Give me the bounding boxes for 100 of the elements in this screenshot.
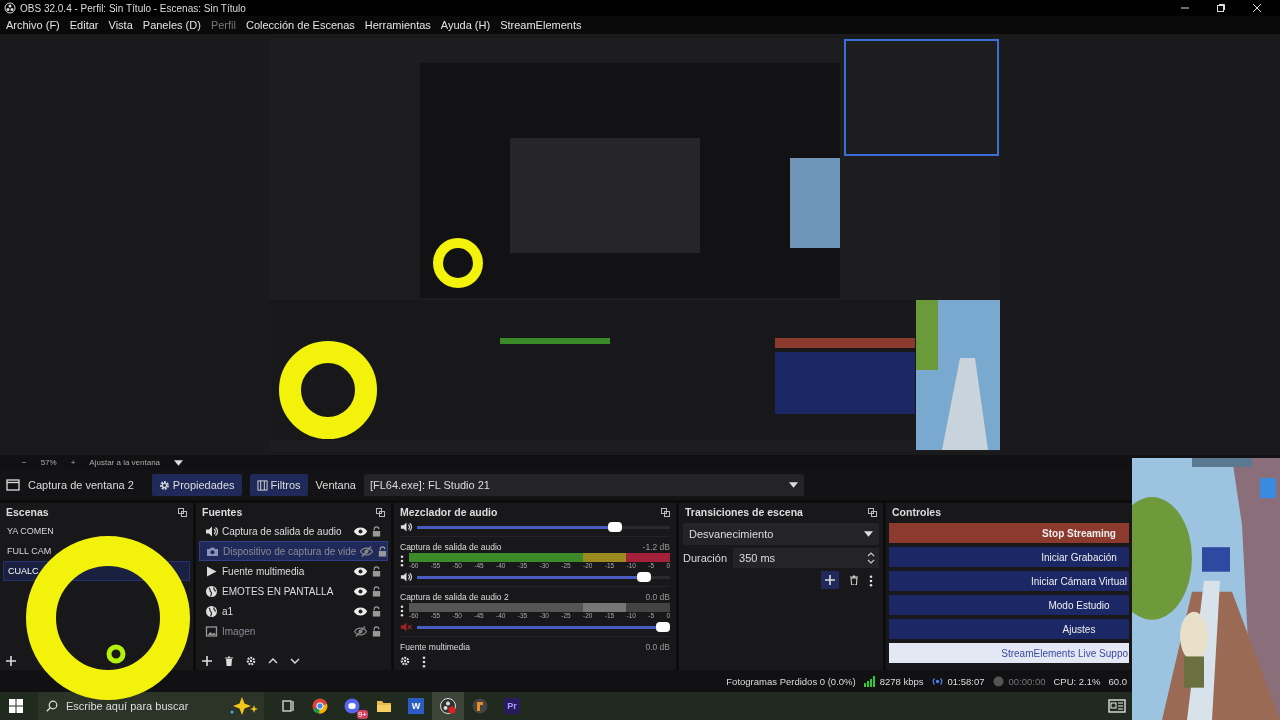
windows-logo-icon[interactable] [9,699,23,713]
caret-icon[interactable] [174,459,184,466]
sparkle-icon[interactable] [230,697,258,715]
add-icon[interactable] [825,575,835,585]
speaker-icon [205,524,218,538]
menu-item[interactable]: Vista [104,19,137,31]
down-icon[interactable] [290,656,300,666]
source-item[interactable]: Captura de salida de audio [199,521,388,541]
search-box[interactable]: Escribe aquí para buscar [38,692,264,720]
slider-thumb[interactable] [656,622,670,632]
channel-reading: -1.2 dB [642,541,670,552]
image-icon [205,624,218,638]
fit-window-button[interactable]: Ajustar a la ventana [89,458,161,467]
source-label: Fuente multimedia [222,565,306,577]
scene-item[interactable]: YA COMEN [7,526,54,536]
speaker-icon[interactable] [400,521,412,533]
speaker-icon[interactable] [400,571,412,583]
control-button[interactable]: Iniciar Cámara Virtual [889,571,1129,591]
lock-icon[interactable] [371,525,382,537]
source-item[interactable]: Dispositivo de captura de vide [199,541,388,561]
source-label: Imagen [222,625,257,637]
window-title: OBS 32.0.4 - Perfil: Sin Título - Escenas: Sin Título [20,2,246,14]
control-button[interactable]: Ajustes [889,619,1129,639]
taskbar-video-app[interactable]: Pr [496,692,528,720]
menu-item[interactable]: Herramientas [360,19,435,31]
window-label: Ventana [315,479,356,491]
eye-icon[interactable] [354,584,367,598]
source-item[interactable]: Imagen [199,621,388,641]
trash-icon[interactable] [224,656,234,666]
search-field[interactable]: Escribe aquí para buscar [64,699,224,713]
hidden-eye-icon[interactable] [354,624,367,638]
source-item[interactable]: Fuente multimedia [199,561,388,581]
source-item[interactable]: EMOTES EN PANTALLA [199,581,388,601]
lock-icon[interactable] [377,545,389,557]
control-button[interactable]: Modo Estudio [889,595,1129,615]
caret-icon [788,482,798,488]
eye-icon[interactable] [354,524,367,538]
eye-icon[interactable] [354,604,367,618]
float-icon[interactable] [661,507,670,517]
menu-item[interactable]: Colección de Escenas [241,19,359,31]
more-icon[interactable] [869,575,873,587]
hidden-eye-icon[interactable] [360,544,374,558]
float-icon[interactable] [178,507,187,517]
float-icon[interactable] [868,507,877,517]
scene-item[interactable]: CUALC [8,566,39,576]
globe-icon [205,584,218,598]
lock-icon[interactable] [371,565,382,577]
menu-item[interactable]: Archivo (F) [2,19,64,31]
more-icon[interactable] [400,555,404,567]
close-icon[interactable] [1252,3,1262,13]
properties-button[interactable]: Propiedades [151,474,242,496]
transition-dropdown[interactable]: Desvanecimiento [683,523,879,545]
duration-field[interactable]: 350 ms [733,548,879,568]
lock-icon[interactable] [371,605,382,617]
window-dropdown[interactable]: [FL64.exe]: FL Studio 21 [363,474,804,496]
source-label: a1 [222,605,235,617]
taskbar-chat-app[interactable]: 9+ [336,692,368,720]
zoom-out-button[interactable]: − [22,458,27,467]
taskbar-obs-app[interactable] [432,692,464,720]
scene-item[interactable]: FULL CAM [7,546,52,556]
control-button[interactable]: StreamElements Live Suppo [889,643,1129,663]
source-item[interactable]: a1 [199,601,388,621]
lock-icon[interactable] [371,625,382,637]
slider-thumb[interactable] [608,522,623,532]
lock-icon[interactable] [371,585,382,597]
control-button[interactable]: Stop Streaming [889,523,1129,543]
menu-item[interactable]: Paneles (D) [138,19,205,31]
spinner-arrows-icon[interactable] [867,551,875,565]
settings-icon[interactable] [400,656,410,666]
music-app-icon [472,698,488,714]
menu-item[interactable]: Editar [65,19,103,31]
trash-icon[interactable] [849,575,859,585]
settings-icon[interactable] [246,656,256,666]
menu-item[interactable]: StreamElements [496,19,586,31]
task-view-icon [281,699,295,713]
news-icon[interactable] [1108,699,1126,713]
menu-item[interactable]: Ayuda (H) [436,19,495,31]
gear-icon [158,479,170,491]
app-logo: Pr [504,698,520,714]
up-icon[interactable] [268,656,278,666]
more-icon[interactable] [400,605,404,617]
caret-icon [864,531,873,537]
control-button[interactable]: Iniciar Grabación [889,547,1129,567]
search-icon[interactable] [46,700,58,712]
channel-name: Captura de salida de audio 2 [400,591,509,602]
eye-icon[interactable] [354,564,367,578]
zoom-in-button[interactable]: + [70,458,76,467]
source-name: Captura de ventana 2 [28,479,134,491]
float-icon[interactable] [376,507,385,517]
slider-thumb[interactable] [636,572,651,582]
add-icon[interactable] [6,656,16,666]
more-icon[interactable] [422,656,426,668]
add-icon[interactable] [202,656,212,666]
source-label: Captura de salida de audio [222,525,343,537]
panel-title: Escenas [6,506,49,518]
record-time: 00:00:00 [1008,675,1046,687]
maximize-icon[interactable] [1216,3,1226,13]
filters-button[interactable]: Filtros [249,474,308,496]
taskbar-word-app[interactable]: W [400,692,432,720]
record-icon [992,675,1004,687]
